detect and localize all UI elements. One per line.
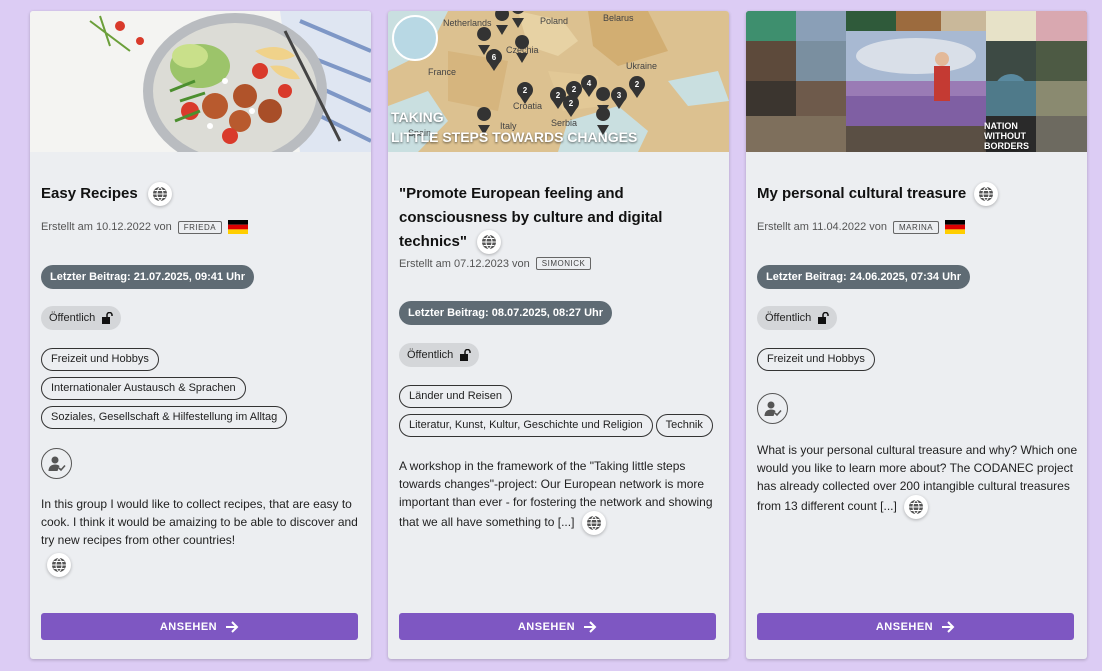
globe-icon[interactable]: [904, 495, 929, 519]
caption-line: LITTLE STEPS TOWARDS CHANGES: [391, 129, 638, 145]
card-description: A workshop in the framework of the "Taki…: [399, 457, 721, 535]
view-button[interactable]: ANSEHEN: [41, 613, 358, 640]
card-image-salad[interactable]: [30, 11, 371, 152]
view-button[interactable]: ANSEHEN: [757, 613, 1074, 640]
map-pin-count: 6: [492, 53, 497, 62]
tag-chip[interactable]: Literatur, Kunst, Kultur, Geschichte und…: [399, 414, 653, 437]
globe-icon[interactable]: [477, 230, 502, 255]
de-flag-icon: [228, 220, 249, 234]
view-button-label: ANSEHEN: [875, 620, 934, 633]
map-pin-count: 2: [556, 91, 561, 100]
tag-chip[interactable]: Freizeit und Hobbys: [41, 348, 159, 371]
globe-icon[interactable]: [147, 182, 172, 207]
view-button-label: ANSEHEN: [517, 620, 576, 633]
tag-chip[interactable]: Länder und Reisen: [399, 385, 512, 408]
public-badge: Öffentlich: [757, 306, 838, 330]
public-badge: Öffentlich: [399, 343, 480, 367]
public-label: Öffentlich: [407, 349, 454, 361]
globe-icon[interactable]: [974, 182, 999, 207]
card-title-text[interactable]: My personal cultural treasure: [757, 185, 966, 202]
member-icon[interactable]: [41, 448, 72, 479]
created-date: 07.12.2023: [453, 257, 510, 270]
map-pin-count: 2: [635, 80, 640, 89]
created-by: von: [869, 221, 887, 233]
tag-list: Länder und Reisen Literatur, Kunst, Kult…: [399, 385, 721, 437]
image-caption: NATION WITHOUT BORDERS: [984, 121, 1029, 151]
member-icon[interactable]: [757, 393, 788, 424]
map-label: Ukraine: [626, 61, 657, 71]
image-caption: TAKING LITTLE STEPS TOWARDS CHANGES: [391, 107, 637, 147]
tag-list: Freizeit und Hobbys Internationaler Aust…: [41, 348, 363, 429]
map-label: France: [428, 67, 456, 77]
created-by: von: [512, 257, 530, 270]
created-date: 10.12.2022: [95, 221, 152, 233]
map-pin-count: 2: [572, 85, 577, 94]
map-label: Belarus: [603, 13, 634, 23]
group-card: NATION WITHOUT BORDERS My personal cultu…: [746, 11, 1087, 659]
card-image-collage[interactable]: NATION WITHOUT BORDERS: [746, 11, 1087, 152]
card-description: What is your personal cultural treasure …: [757, 441, 1079, 519]
group-card: Netherlands Poland Belarus Czechia Ukrai…: [388, 11, 729, 659]
created-prefix: Erstellt am: [41, 221, 93, 233]
public-label: Öffentlich: [765, 312, 812, 324]
created-info: Erstellt am 11.04.2022 von MARINA: [757, 220, 966, 234]
card-title[interactable]: "Promote European feeling and consciousn…: [399, 182, 699, 255]
public-badge: Öffentlich: [41, 306, 122, 330]
arrow-right-icon: [584, 620, 597, 633]
map-pin-count: 2: [523, 86, 528, 95]
card-title[interactable]: Easy Recipes: [41, 182, 341, 207]
user-tag[interactable]: MARINA: [892, 220, 940, 234]
map-label: Netherlands: [443, 18, 492, 28]
view-button[interactable]: ANSEHEN: [399, 613, 716, 640]
unlock-icon: [102, 312, 114, 324]
description-text: In this group I would like to collect re…: [41, 497, 358, 547]
tag-chip[interactable]: Internationaler Austausch & Sprachen: [41, 377, 246, 400]
map-pin-count: 3: [617, 91, 622, 100]
caption-line: NATION: [984, 121, 1018, 131]
caption-line: TAKING: [391, 109, 444, 125]
de-flag-icon: [945, 220, 966, 234]
card-title[interactable]: My personal cultural treasure: [757, 182, 1057, 207]
description-text: A workshop in the framework of the "Taki…: [399, 459, 713, 530]
last-post-badge: Letzter Beitrag: 08.07.2025, 08:27 Uhr: [399, 301, 613, 325]
created-by: von: [154, 221, 172, 233]
public-label: Öffentlich: [49, 312, 96, 324]
created-date: 11.04.2022: [811, 221, 867, 233]
created-prefix: Erstellt am: [757, 221, 809, 233]
tag-chip[interactable]: Technik: [655, 414, 713, 437]
last-post-badge: Letzter Beitrag: 24.06.2025, 07:34 Uhr: [757, 265, 971, 289]
created-prefix: Erstellt am: [399, 257, 451, 270]
map-label: Poland: [540, 16, 568, 26]
card-image-europe-map[interactable]: Netherlands Poland Belarus Czechia Ukrai…: [388, 11, 729, 152]
unlock-icon: [460, 349, 472, 361]
caption-line: BORDERS: [984, 141, 1030, 151]
user-tag[interactable]: SIMONICK: [535, 257, 592, 270]
view-button-label: ANSEHEN: [159, 620, 218, 633]
tag-chip[interactable]: Freizeit und Hobbys: [757, 348, 875, 371]
card-title-text[interactable]: Easy Recipes: [41, 185, 138, 202]
card-description: In this group I would like to collect re…: [41, 495, 363, 577]
caption-line: WITHOUT: [984, 131, 1026, 141]
globe-icon[interactable]: [581, 511, 606, 535]
card-title-text[interactable]: "Promote European feeling and consciousn…: [399, 185, 662, 250]
tag-list: Freizeit und Hobbys: [757, 348, 1079, 371]
group-card: Easy Recipes Erstellt am 10.12.2022 von …: [30, 11, 371, 659]
created-info: Erstellt am 10.12.2022 von FRIEDA: [41, 220, 249, 234]
user-tag[interactable]: FRIEDA: [177, 220, 223, 234]
created-info: Erstellt am 07.12.2023 von SIMONICK: [399, 257, 592, 270]
globe-icon[interactable]: [47, 553, 71, 577]
arrow-right-icon: [226, 620, 239, 633]
arrow-right-icon: [942, 620, 955, 633]
unlock-icon: [818, 312, 830, 324]
tag-chip[interactable]: Soziales, Gesellschaft & Hilfestellung i…: [41, 406, 288, 429]
map-pin-count: 4: [587, 79, 592, 88]
last-post-badge: Letzter Beitrag: 21.07.2025, 09:41 Uhr: [41, 265, 255, 289]
